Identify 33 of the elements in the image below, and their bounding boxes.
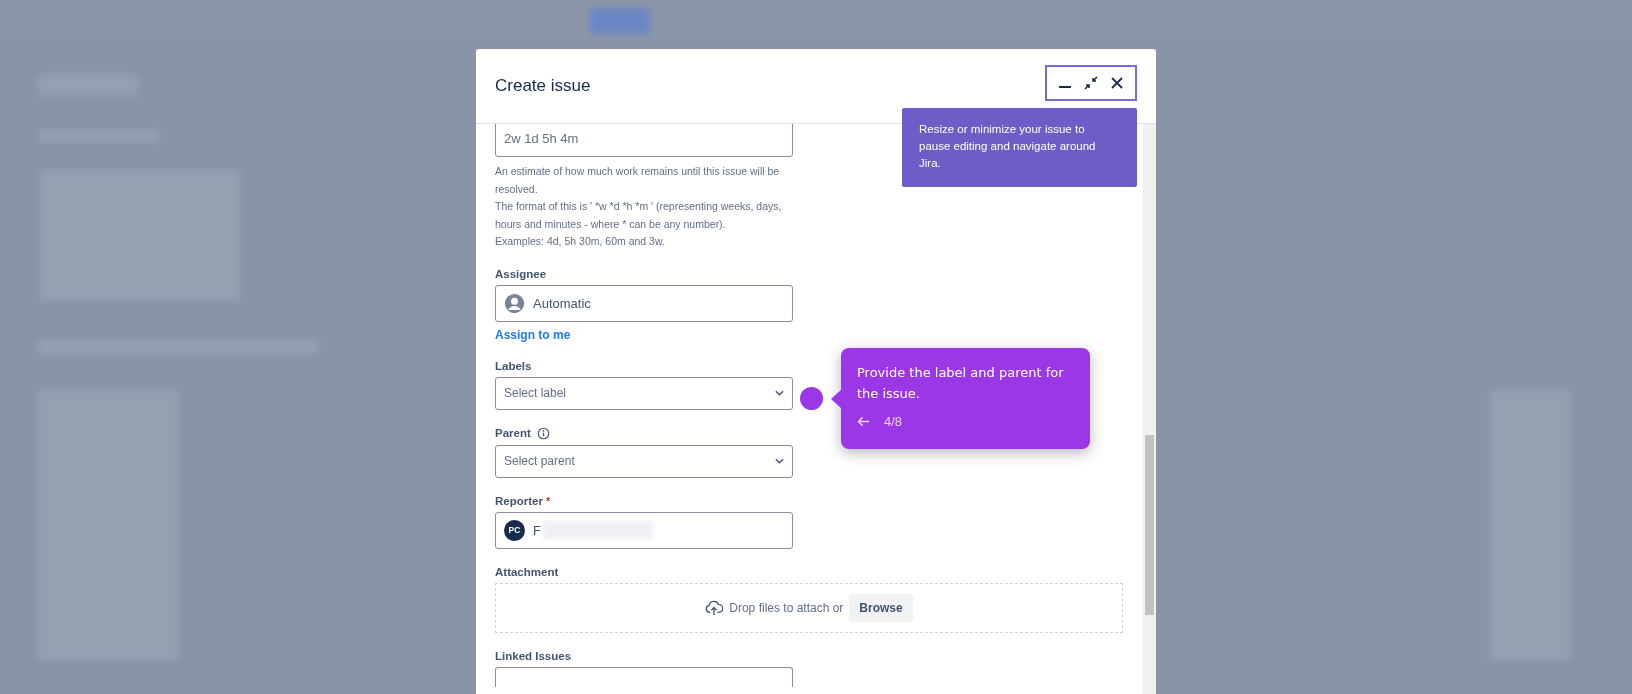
field-label: Attachment	[495, 565, 559, 578]
field-label: Assignee	[495, 267, 547, 280]
step-counter: 4/8	[884, 414, 903, 429]
back-arrow-icon[interactable]	[857, 416, 870, 427]
close-icon[interactable]	[1109, 75, 1125, 91]
user-picker-field[interactable]: Automatic	[495, 284, 793, 322]
help-text: Examples: 4d, 5h 30m, 60m and 3w.	[495, 234, 666, 249]
chevron-down-icon	[775, 390, 784, 396]
help-text: The format of this is ' *w *d *h *m ' (representing weeks, days, hours and minutes - where * can be any number).	[495, 199, 783, 232]
onboarding-tooltip: Resize or minimize your issue to pause editing and navigate around Jira.	[902, 108, 1137, 187]
browse-button[interactable]: Browse	[849, 593, 913, 622]
field-label: Reporter	[495, 494, 543, 507]
tour-step-text: Provide the label and parent for the issue.	[857, 364, 1065, 403]
field-label: Parent	[495, 427, 531, 439]
dialog-title: Create issue	[495, 76, 591, 96]
person-avatar-icon	[504, 292, 525, 314]
scrollbar[interactable]	[1143, 124, 1156, 694]
user-avatar: PC	[504, 519, 525, 541]
cloud-upload-icon	[705, 599, 724, 616]
shrink-arrows-icon[interactable]	[1083, 75, 1099, 91]
field-label: Labels	[495, 359, 532, 372]
file-drop-zone[interactable]: Drop files to attach or Browse	[495, 582, 1123, 633]
drop-prompt: Drop files to attach or	[729, 600, 844, 615]
text-field[interactable]: 2w 1d 5h 4m	[495, 124, 793, 157]
field-label: Linked Issues	[495, 649, 572, 662]
info-icon[interactable]	[536, 426, 550, 440]
user-picker-field[interactable]: PC F	[495, 511, 793, 549]
select-field[interactable]: Select parent	[495, 444, 793, 478]
select-field[interactable]: Select label	[495, 376, 793, 410]
help-text: An estimate of how much work remains until this issue will be resolved.	[495, 164, 781, 197]
assign-to-me-link[interactable]: Assign to me	[495, 327, 571, 342]
chevron-down-icon	[775, 458, 784, 464]
required-mark: *	[545, 494, 551, 507]
